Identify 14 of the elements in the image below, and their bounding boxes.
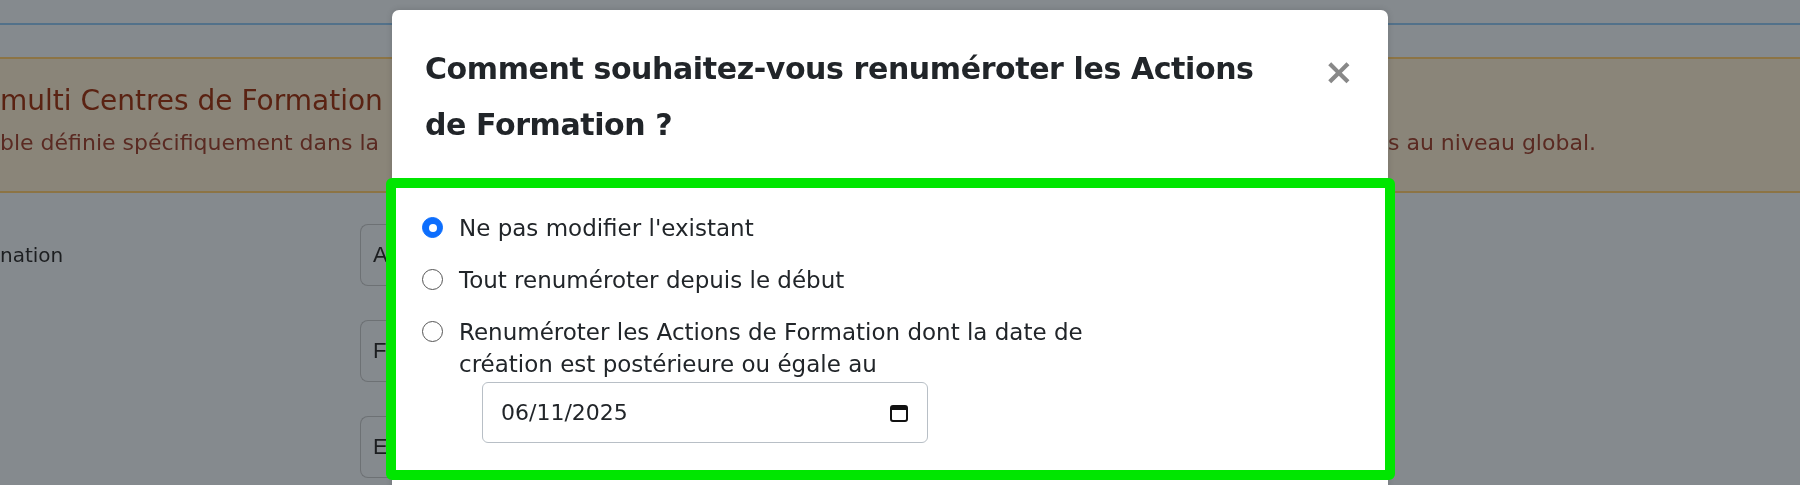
alert-text: ble définie spécifiquement dans la [0, 130, 379, 155]
option-label[interactable]: Renuméroter les Actions de Formation dont la date de création est postérieure ou égale au [459, 316, 1149, 380]
radio-button[interactable] [422, 217, 443, 238]
alert-title: multi Centres de Formation [0, 83, 383, 119]
radio-button[interactable] [422, 321, 443, 342]
option-label[interactable]: Tout renuméroter depuis le début [459, 264, 845, 296]
radio-button[interactable] [422, 269, 443, 290]
calendar-icon[interactable] [889, 402, 909, 423]
field-label: nation [0, 243, 65, 267]
alert-text: s au niveau global. [1388, 130, 1596, 155]
date-field[interactable]: 06/11/2025 [482, 382, 928, 443]
option-label[interactable]: Ne pas modifier l'existant [459, 212, 754, 244]
dialog-title: Comment souhaitez-vous renuméroter les Actions de Formation ? [425, 50, 1255, 144]
close-button[interactable]: × [1319, 54, 1358, 90]
